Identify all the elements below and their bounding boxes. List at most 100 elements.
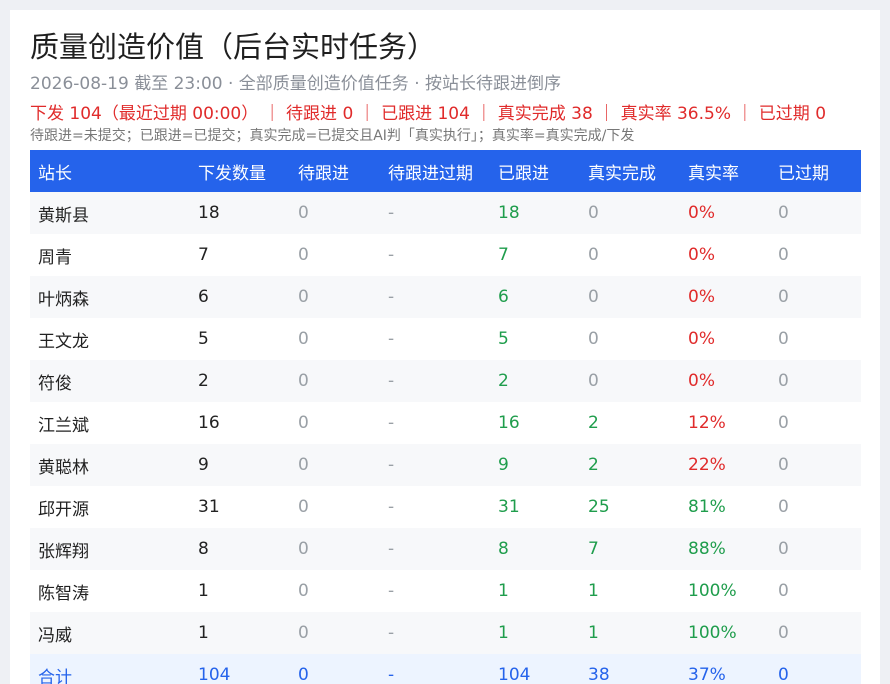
cell-expired: 0 [778,539,789,559]
column-header-pending[interactable]: 待跟进 [290,150,380,192]
cell-pending: 0 [298,371,309,391]
cell-real-rate: 12% [688,413,726,433]
cell-pending-overdue: - [388,203,395,223]
cell-pending-overdue: - [388,497,395,517]
cell-real-rate: 0% [688,245,715,265]
report-subtitle: 2026-08-19 截至 23:00 · 全部质量创造价值任务 · 按站长待跟… [30,74,562,94]
cell-real-done: 2 [588,413,599,433]
cell-pending: 0 [298,581,309,601]
cell-real-rate: 81% [688,497,726,517]
cell-issued: 1 [198,623,209,643]
cell-pending: 0 [298,623,309,643]
cell-stationmaster: 陈智涛 [38,583,89,604]
cell-stationmaster: 江兰斌 [38,415,89,436]
cell-stationmaster: 王文龙 [38,331,89,352]
column-header-expired[interactable]: 已过期 [770,150,861,192]
cell-real-rate: 0% [688,203,715,223]
cell-real-done: 0 [588,203,599,223]
cell-pending-overdue: - [388,371,395,391]
total-cell-pending: 0 [298,665,309,684]
cell-stationmaster: 符俊 [38,373,72,394]
summary-line: 下发 104（最近过期 00:00） ｜ 待跟进 0 ｜ 已跟进 104 ｜ 真… [30,104,827,124]
table-row[interactable]: 叶炳森 6 0 - 6 0 0% 0 [30,276,861,318]
cell-issued: 6 [198,287,209,307]
cell-pending: 0 [298,329,309,349]
table-row[interactable]: 冯威 1 0 - 1 1 100% 0 [30,612,861,654]
cell-pending: 0 [298,287,309,307]
table-row[interactable]: 周青 7 0 - 7 0 0% 0 [30,234,861,276]
cell-followed: 7 [498,245,509,265]
cell-stationmaster: 周青 [38,247,72,268]
stationmaster-table: 站长 下发数量 待跟进 待跟进过期 已跟进 真实完成 真实率 已过期 黄斯县 1 8… [30,150,861,684]
cell-followed: 6 [498,287,509,307]
cell-followed: 5 [498,329,509,349]
cell-expired: 0 [778,287,789,307]
cell-real-done: 1 [588,623,599,643]
cell-expired: 0 [778,203,789,223]
column-header-followed[interactable]: 已跟进 [490,150,580,192]
cell-pending: 0 [298,497,309,517]
cell-expired: 0 [778,413,789,433]
cell-pending-overdue: - [388,413,395,433]
cell-real-rate: 100% [688,581,737,601]
cell-expired: 0 [778,455,789,475]
cell-stationmaster: 黄聪林 [38,457,89,478]
cell-expired: 0 [778,245,789,265]
cell-pending-overdue: - [388,245,395,265]
cell-followed: 1 [498,581,509,601]
cell-real-done: 0 [588,371,599,391]
cell-expired: 0 [778,623,789,643]
table-row[interactable]: 江兰斌 16 0 - 16 2 12% 0 [30,402,861,444]
definition-note: 待跟进=未提交；已跟进=已提交；真实完成=已提交且AI判「真实执行」；真实率=真… [30,128,635,144]
total-cell-pending-overdue: - [388,665,395,684]
table-row[interactable]: 陈智涛 1 0 - 1 1 100% 0 [30,570,861,612]
table-row[interactable]: 张辉翔 8 0 - 8 7 88% 0 [30,528,861,570]
cell-real-done: 0 [588,287,599,307]
column-header-issued[interactable]: 下发数量 [190,150,290,192]
table-row[interactable]: 黄聪林 9 0 - 9 2 22% 0 [30,444,861,486]
column-header-pending-overdue[interactable]: 待跟进过期 [380,150,490,192]
table-body: 黄斯县 18 0-18 0 0% 0 周青 7 0-7 0 0% 0 叶炳森 6 0-6 0 0% 0 王文龙 5 0-… [30,192,861,684]
cell-real-rate: 100% [688,623,737,643]
page-title: 质量创造价值（后台实时任务） [30,30,437,64]
cell-stationmaster: 叶炳森 [38,289,89,310]
column-header-stationmaster[interactable]: 站长 [30,150,190,192]
cell-pending: 0 [298,539,309,559]
cell-followed: 2 [498,371,509,391]
cell-real-done: 7 [588,539,599,559]
cell-real-rate: 0% [688,371,715,391]
total-cell-stationmaster: 合计 [38,667,72,684]
table-row[interactable]: 黄斯县 18 0 - 18 0 0% 0 [30,192,861,234]
table-total-row: 合计 104 0 - 104 38 37% 0 [30,654,861,684]
total-cell-followed: 104 [498,665,531,684]
column-header-real-rate[interactable]: 真实率 [680,150,770,192]
total-cell-issued: 104 [198,665,231,684]
cell-real-done: 2 [588,455,599,475]
cell-expired: 0 [778,329,789,349]
column-header-real-done[interactable]: 真实完成 [580,150,680,192]
cell-followed: 9 [498,455,509,475]
cell-stationmaster: 邱开源 [38,499,89,520]
total-cell-expired: 0 [778,665,789,684]
table-row[interactable]: 符俊 2 0 - 2 0 0% 0 [30,360,861,402]
table-row[interactable]: 王文龙 5 0 - 5 0 0% 0 [30,318,861,360]
cell-stationmaster: 黄斯县 [38,205,89,226]
cell-followed: 8 [498,539,509,559]
cell-pending: 0 [298,245,309,265]
cell-followed: 31 [498,497,520,517]
table-header: 站长 下发数量 待跟进 待跟进过期 已跟进 真实完成 真实率 已过期 [30,150,861,192]
cell-real-done: 0 [588,329,599,349]
table-row[interactable]: 邱开源 31 0 - 31 25 81% 0 [30,486,861,528]
cell-pending-overdue: - [388,623,395,643]
cell-issued: 9 [198,455,209,475]
cell-pending-overdue: - [388,581,395,601]
cell-pending: 0 [298,203,309,223]
cell-real-done: 1 [588,581,599,601]
report-card: 质量创造价值（后台实时任务） 2026-08-19 截至 23:00 · 全部质… [10,10,880,684]
cell-pending: 0 [298,455,309,475]
cell-issued: 7 [198,245,209,265]
cell-stationmaster: 冯威 [38,625,72,646]
cell-followed: 16 [498,413,520,433]
total-cell-real-rate: 37% [688,665,726,684]
cell-real-rate: 0% [688,287,715,307]
